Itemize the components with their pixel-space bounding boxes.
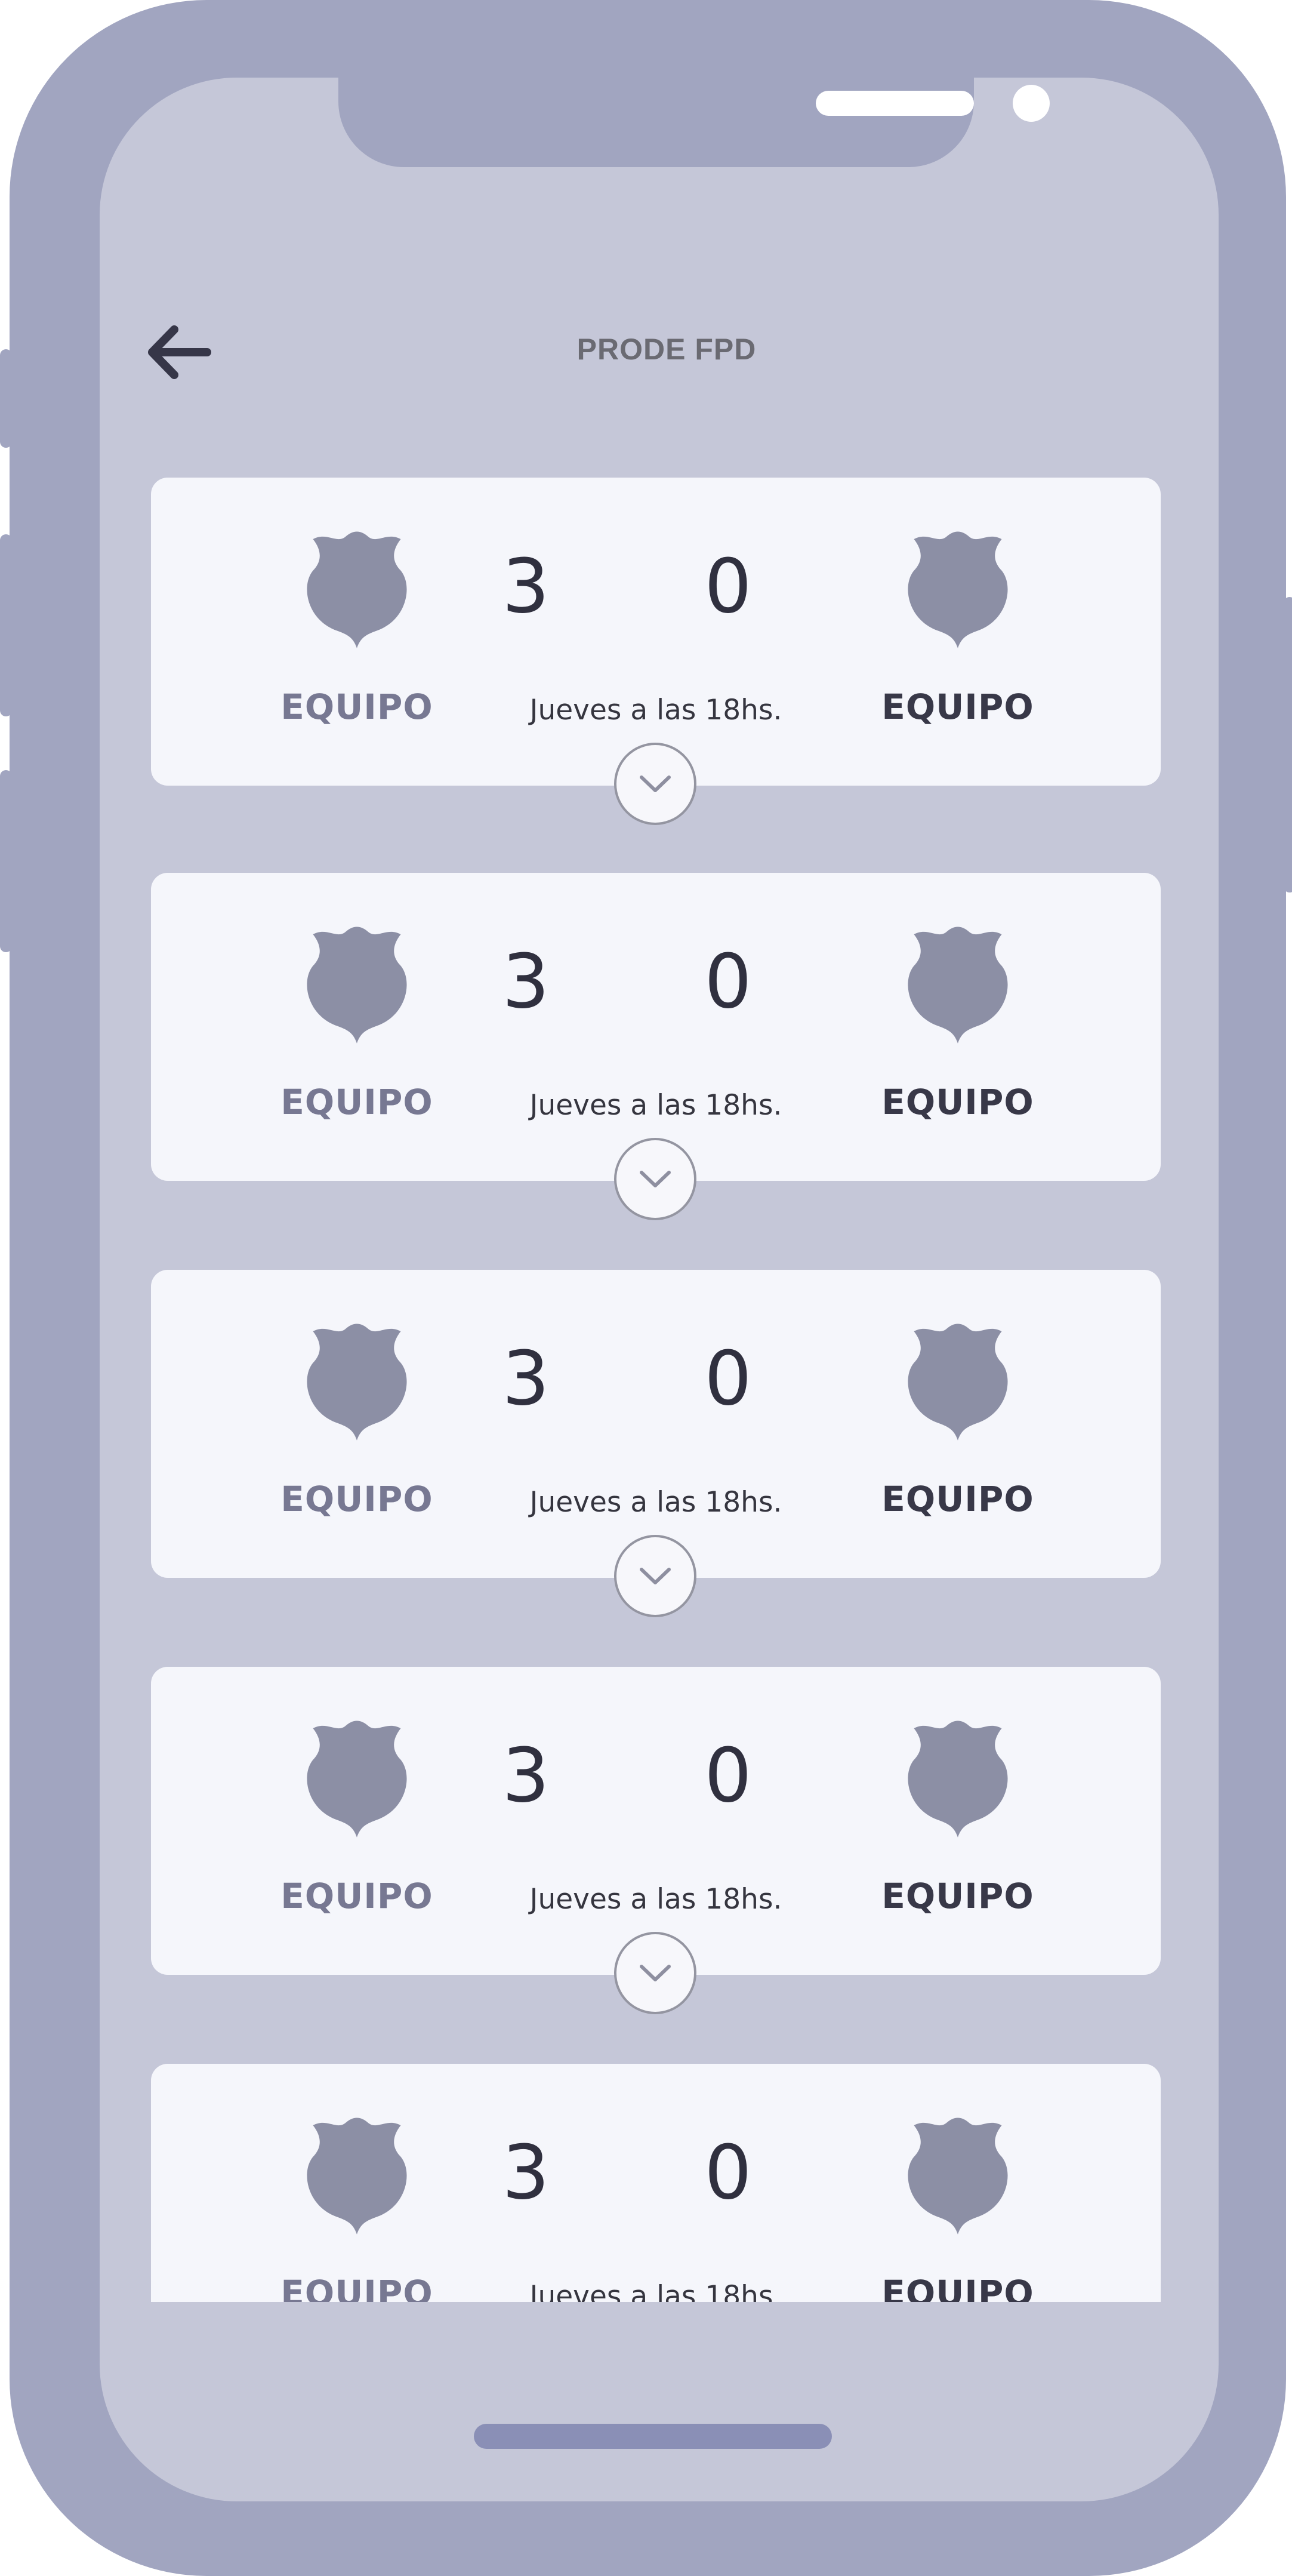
back-button[interactable] — [135, 310, 219, 394]
home-team-name: EQUIPO — [280, 1479, 433, 1519]
match-card[interactable]: 3 0 EQUIPO EQUIPO Jueves a las 18hs. — [151, 1270, 1161, 1628]
home-team-shield-icon — [307, 2118, 407, 2235]
home-team-shield-icon — [307, 1324, 407, 1441]
away-score: 0 — [704, 2129, 752, 2216]
notch — [338, 78, 1050, 167]
match-card-body: 3 0 EQUIPO EQUIPO Jueves a las 18hs. — [151, 1667, 1161, 1975]
home-team-name: EQUIPO — [280, 2273, 433, 2302]
away-team-name: EQUIPO — [881, 1479, 1034, 1519]
match-card-body: 3 0 EQUIPO EQUIPO Jueves a las 18hs. — [151, 1270, 1161, 1578]
home-score: 3 — [502, 543, 550, 630]
home-score: 3 — [502, 1732, 550, 1819]
expand-match-button[interactable] — [614, 1138, 696, 1220]
phone-screen: PRODE FPD 3 0 EQUIPO EQUIPO Jueves a las… — [100, 78, 1219, 2501]
match-date: Jueves a las 18hs. — [529, 1883, 782, 1916]
match-card-body: 3 0 EQUIPO EQUIPO Jueves a las 18hs. — [151, 873, 1161, 1181]
speaker-grille — [816, 91, 974, 116]
away-score: 0 — [704, 1732, 752, 1819]
away-team-name: EQUIPO — [881, 1876, 1034, 1916]
power-button — [1284, 597, 1292, 892]
match-card[interactable]: 3 0 EQUIPO EQUIPO Jueves a las 18hs. — [151, 873, 1161, 1231]
chevron-down-icon — [640, 1965, 671, 1981]
away-score: 0 — [704, 543, 752, 630]
page-title: PRODE FPD — [576, 333, 757, 366]
match-date: Jueves a las 18hs. — [529, 1089, 782, 1122]
match-card[interactable]: 3 0 EQUIPO EQUIPO Jueves a las 18hs. — [151, 2064, 1161, 2302]
home-team-name: EQUIPO — [280, 1876, 433, 1916]
home-score: 3 — [502, 2129, 550, 2216]
away-score: 0 — [704, 938, 752, 1025]
mute-switch — [0, 349, 12, 448]
away-team-shield-icon — [908, 2118, 1008, 2235]
home-indicator[interactable] — [474, 2424, 832, 2449]
home-score: 3 — [502, 1335, 550, 1422]
away-team-shield-icon — [908, 1721, 1008, 1838]
home-team-name: EQUIPO — [280, 1082, 433, 1122]
match-date: Jueves a las 18hs. — [529, 694, 782, 727]
home-team-shield-icon — [307, 531, 407, 648]
expand-match-button[interactable] — [614, 743, 696, 825]
match-card[interactable]: 3 0 EQUIPO EQUIPO Jueves a las 18hs. — [151, 1667, 1161, 2025]
away-team-name: EQUIPO — [881, 2273, 1034, 2302]
phone-frame: PRODE FPD 3 0 EQUIPO EQUIPO Jueves a las… — [0, 0, 1292, 2576]
away-team-name: EQUIPO — [881, 687, 1034, 727]
expand-match-button[interactable] — [614, 1535, 696, 1617]
match-list[interactable]: 3 0 EQUIPO EQUIPO Jueves a las 18hs. 3 0… — [151, 478, 1161, 2302]
home-score: 3 — [502, 938, 550, 1025]
chevron-down-icon — [640, 1171, 671, 1187]
away-team-name: EQUIPO — [881, 1082, 1034, 1122]
arrow-left-icon — [148, 325, 211, 379]
expand-match-button[interactable] — [614, 1932, 696, 2014]
home-team-name: EQUIPO — [280, 687, 433, 727]
match-card-body: 3 0 EQUIPO EQUIPO Jueves a las 18hs. — [151, 2064, 1161, 2302]
volume-up-button — [0, 534, 12, 716]
away-score: 0 — [704, 1335, 752, 1422]
match-date: Jueves a las 18hs. — [529, 2280, 782, 2302]
match-date: Jueves a las 18hs. — [529, 1486, 782, 1519]
chevron-down-icon — [640, 1568, 671, 1584]
away-team-shield-icon — [908, 531, 1008, 648]
volume-down-button — [0, 770, 12, 952]
chevron-down-icon — [640, 775, 671, 792]
home-team-shield-icon — [307, 927, 407, 1044]
match-card-body: 3 0 EQUIPO EQUIPO Jueves a las 18hs. — [151, 478, 1161, 786]
away-team-shield-icon — [908, 927, 1008, 1044]
away-team-shield-icon — [908, 1324, 1008, 1441]
home-team-shield-icon — [307, 1721, 407, 1838]
match-card[interactable]: 3 0 EQUIPO EQUIPO Jueves a las 18hs. — [151, 478, 1161, 836]
front-camera — [1013, 85, 1050, 122]
